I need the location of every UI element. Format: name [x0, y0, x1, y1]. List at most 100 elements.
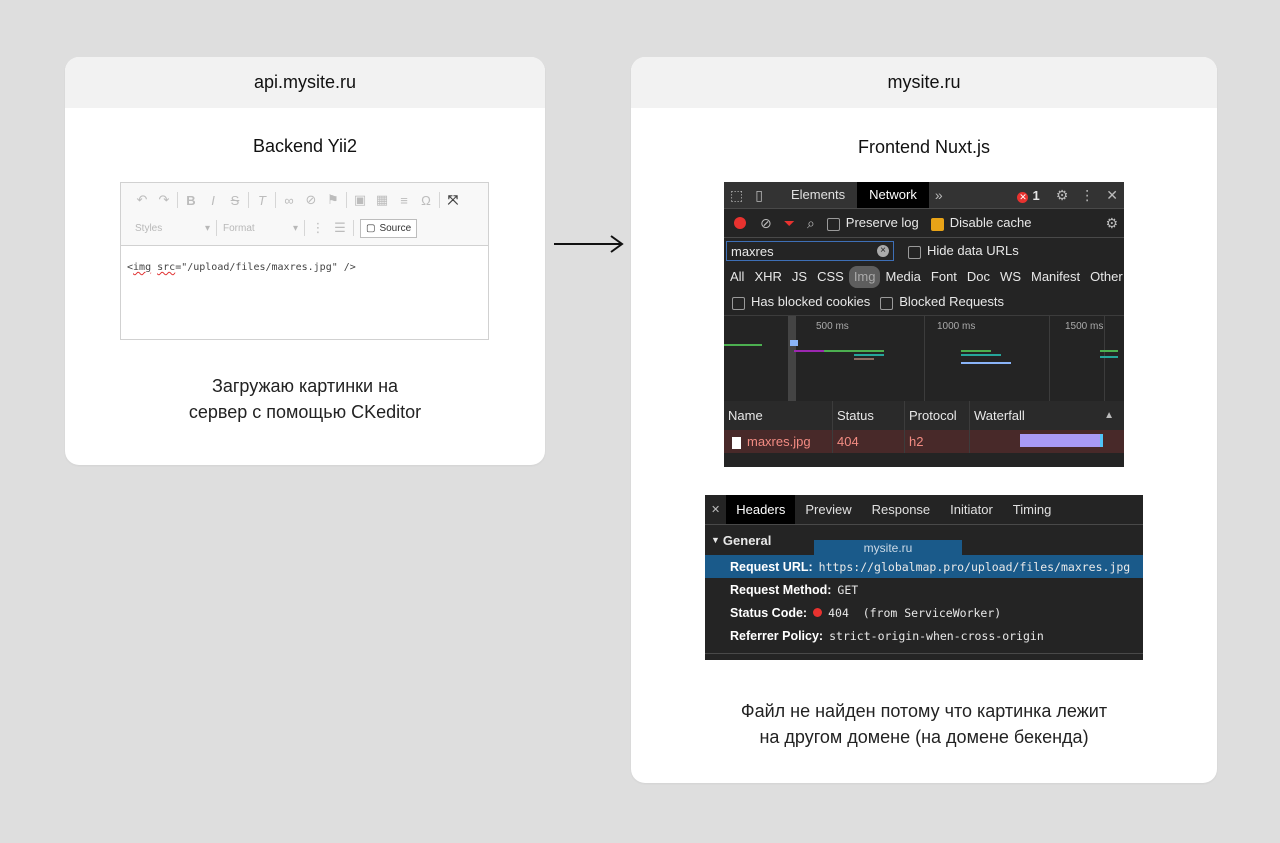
waterfall-bar — [961, 350, 991, 352]
timeline-selection-handle[interactable] — [788, 316, 796, 401]
referrer-policy-row[interactable]: Referrer Policy: strict-origin-when-cross… — [705, 624, 1143, 647]
type-xhr[interactable]: XHR — [749, 266, 786, 288]
column-name[interactable]: Name — [724, 401, 833, 430]
has-blocked-cookies-checkbox[interactable]: Has blocked cookies — [732, 294, 870, 310]
preserve-log-checkbox[interactable]: Preserve log — [826, 215, 919, 231]
filter-input[interactable]: maxres × — [726, 241, 894, 261]
image-icon[interactable]: ▣ — [349, 192, 371, 208]
record-icon[interactable] — [734, 217, 746, 229]
toolbar-separator — [439, 192, 440, 208]
network-settings-icon[interactable]: ⚙ — [1099, 215, 1124, 232]
tick-1000ms: 1000 ms — [937, 321, 976, 332]
strike-icon[interactable]: S — [224, 193, 246, 208]
type-other[interactable]: Other — [1085, 266, 1128, 288]
backend-card: api.mysite.ru Backend Yii2 ↶ ↷ B I S T ∞… — [65, 57, 545, 465]
bulleted-list-icon[interactable]: ☰ — [329, 220, 351, 236]
type-js[interactable]: JS — [787, 266, 812, 288]
unlink-icon[interactable]: ⊘ — [300, 192, 322, 208]
request-protocol: h2 — [905, 430, 970, 453]
waterfall-bar — [724, 344, 762, 346]
right-arrow-icon — [554, 235, 624, 253]
search-icon[interactable]: ⌕ — [801, 215, 821, 232]
horizontal-line-icon[interactable]: ≡ — [393, 193, 415, 208]
tab-network[interactable]: Network — [857, 182, 929, 208]
tab-preview[interactable]: Preview — [795, 495, 861, 524]
type-img[interactable]: Img — [848, 266, 881, 288]
type-all[interactable]: All — [725, 266, 749, 288]
type-manifest[interactable]: Manifest — [1026, 266, 1085, 288]
file-icon — [732, 436, 741, 449]
numbered-list-icon[interactable]: ⋮ — [307, 220, 329, 236]
backend-subtitle: Backend Yii2 — [252, 136, 358, 156]
request-row[interactable]: maxres.jpg 404 h2 — [724, 430, 1124, 453]
kebab-menu-icon[interactable]: ⋮ — [1074, 187, 1100, 204]
more-tabs-icon[interactable]: » — [929, 187, 949, 203]
italic-icon[interactable]: I — [202, 193, 224, 208]
devtools-network-panel: ⬚ ▯ Elements Network » ✕ 1 ⚙ ⋮ ✕ ⊘ ⏷ ⌕ Pr… — [724, 182, 1124, 467]
special-char-icon[interactable]: Ω — [415, 193, 437, 208]
clear-icon[interactable]: ⊘ — [754, 215, 778, 232]
toolbar-separator — [346, 192, 347, 208]
settings-gear-icon[interactable]: ⚙ — [1050, 187, 1075, 204]
request-status: 404 — [833, 430, 905, 453]
tab-headers[interactable]: Headers — [726, 495, 796, 524]
type-ws[interactable]: WS — [995, 266, 1026, 288]
device-toolbar-icon[interactable]: ▯ — [749, 187, 769, 204]
waterfall-bar — [1100, 350, 1118, 352]
remove-format-icon[interactable]: T — [251, 193, 273, 208]
close-icon[interactable]: ✕ — [1100, 187, 1124, 204]
maximize-icon[interactable]: ⤧ — [442, 192, 464, 208]
undo-icon[interactable]: ↶ — [131, 192, 153, 208]
hide-data-urls-checkbox[interactable]: Hide data URLs — [908, 243, 1019, 259]
column-waterfall[interactable]: Waterfall ▲ — [970, 401, 1124, 430]
type-font[interactable]: Font — [926, 266, 962, 288]
error-counter[interactable]: ✕ 1 — [1017, 188, 1049, 203]
devtools-tab-bar: ⬚ ▯ Elements Network » ✕ 1 ⚙ ⋮ ✕ — [724, 182, 1124, 209]
toolbar-separator — [353, 220, 354, 236]
type-css[interactable]: CSS — [812, 266, 849, 288]
tick-500ms: 500 ms — [816, 321, 849, 332]
table-icon[interactable]: ▦ — [371, 192, 393, 208]
request-waterfall — [970, 430, 1124, 453]
tab-elements[interactable]: Elements — [779, 182, 857, 208]
toolbar-separator — [177, 192, 178, 208]
general-section: Request URL: https://globalmap.pro/upload… — [705, 555, 1143, 647]
toolbar-separator — [248, 192, 249, 208]
source-button[interactable]: ▢ Source — [360, 218, 418, 238]
tab-response[interactable]: Response — [862, 495, 941, 524]
waterfall-bar — [961, 354, 1001, 356]
styles-dropdown[interactable]: Styles ▾ — [131, 223, 214, 234]
bold-icon[interactable]: B — [180, 193, 202, 208]
inspect-icon[interactable]: ⬚ — [724, 187, 749, 204]
waterfall-bar — [961, 362, 1011, 364]
frontend-subtitle: Frontend Nuxt.js — [857, 137, 991, 157]
request-url-row[interactable]: Request URL: https://globalmap.pro/upload… — [705, 555, 1143, 578]
blocked-filters-row: Has blocked cookies Blocked Requests — [724, 290, 1124, 314]
request-method-row[interactable]: Request Method: GET — [705, 578, 1143, 601]
editor-content[interactable]: <img src="/upload/files/maxres.jpg" /> — [121, 246, 488, 289]
filter-funnel-icon[interactable]: ⏷ — [778, 215, 801, 232]
column-status[interactable]: Status — [833, 401, 905, 430]
tab-initiator[interactable]: Initiator — [940, 495, 1003, 524]
column-protocol[interactable]: Protocol — [905, 401, 970, 430]
clear-filter-icon[interactable]: × — [877, 245, 889, 257]
tick-1500ms: 1500 ms — [1065, 321, 1104, 332]
link-icon[interactable]: ∞ — [278, 193, 300, 208]
sort-ascending-icon: ▲ — [1104, 410, 1114, 421]
waterfall-bar — [794, 350, 824, 352]
domain-overlay-label: mysite.ru — [814, 540, 962, 556]
status-code-row[interactable]: Status Code: 404 (from ServiceWorker) — [705, 601, 1143, 624]
anchor-flag-icon[interactable]: ⚑ — [322, 192, 344, 208]
type-doc[interactable]: Doc — [962, 266, 995, 288]
tab-timing[interactable]: Timing — [1003, 495, 1062, 524]
frontend-caption: Файл не найден потому что картинка лежит… — [740, 701, 1108, 747]
format-dropdown[interactable]: Format ▾ — [219, 223, 302, 234]
network-overview-timeline[interactable]: 500 ms 1000 ms 1500 ms — [724, 315, 1124, 402]
type-media[interactable]: Media — [880, 266, 925, 288]
blocked-requests-checkbox[interactable]: Blocked Requests — [880, 294, 1004, 310]
request-table-header: Name Status Protocol Waterfall ▲ — [724, 401, 1124, 431]
waterfall-bar — [854, 358, 874, 360]
close-icon[interactable]: ✕ — [705, 503, 726, 516]
disable-cache-checkbox[interactable]: Disable cache — [930, 215, 1031, 231]
redo-icon[interactable]: ↷ — [153, 192, 175, 208]
